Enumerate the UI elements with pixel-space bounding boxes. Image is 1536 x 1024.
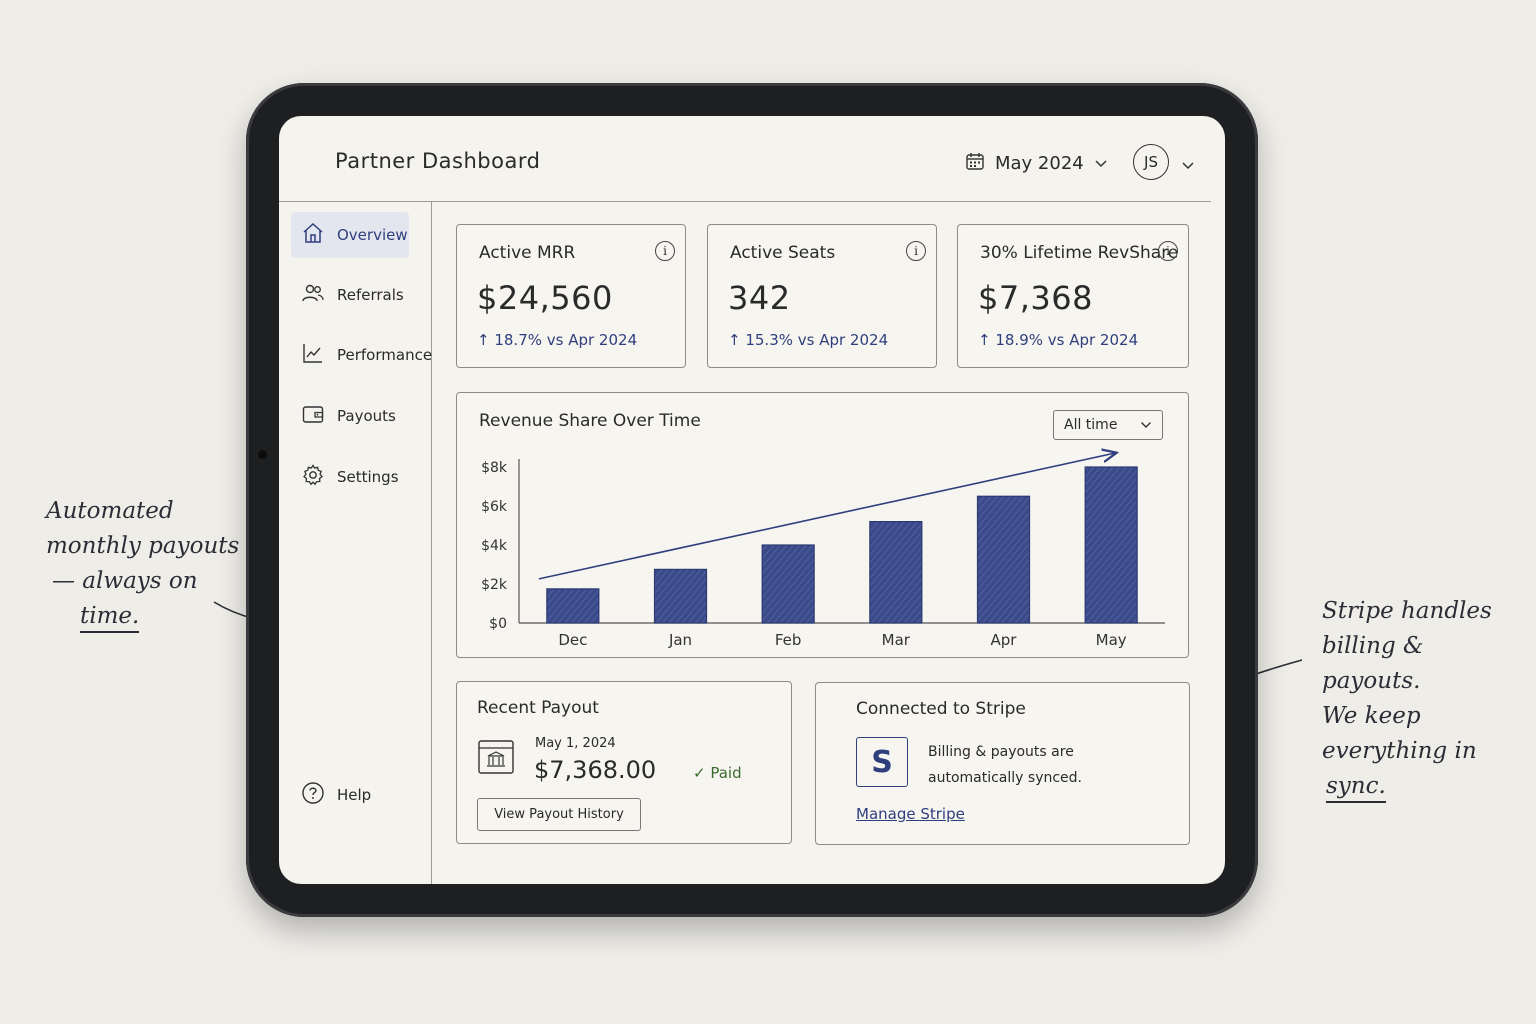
kpi-value: $24,560 — [477, 279, 613, 317]
payout-status-badge: ✓ Paid — [693, 764, 742, 782]
kpi-label: Active MRR — [479, 243, 576, 263]
info-icon[interactable]: i — [1158, 241, 1178, 261]
x-tick-label: Dec — [558, 631, 587, 649]
kpi-card-revshare: 30% Lifetime RevShare i $7,368 ↑ 18.9% v… — [957, 224, 1189, 368]
help-circle-icon — [301, 781, 325, 809]
sidebar-item-settings[interactable]: Settings — [291, 454, 409, 500]
x-tick-label: Mar — [882, 631, 911, 649]
kpi-delta: ↑ 18.7% vs Apr 2024 — [477, 331, 638, 349]
y-tick-label: $6k — [481, 499, 508, 515]
kpi-label: Active Seats — [730, 243, 836, 263]
camera-dot — [258, 450, 267, 459]
bar — [653, 568, 708, 624]
kpi-delta: ↑ 18.9% vs Apr 2024 — [978, 331, 1139, 349]
stripe-card: Connected to Stripe S Billing & payouts … — [815, 682, 1190, 845]
info-icon[interactable]: i — [655, 241, 675, 261]
home-icon — [301, 221, 325, 249]
bar — [1084, 466, 1138, 624]
kpi-card-active-seats: Active Seats i 342 ↑ 15.3% vs Apr 2024 — [707, 224, 937, 368]
sidebar-item-help[interactable]: Help — [291, 772, 409, 818]
date-picker[interactable]: May 2024 — [965, 151, 1108, 176]
x-tick-label: Apr — [991, 631, 1018, 649]
header: Partner Dashboard May 2024 JS — [279, 116, 1225, 202]
sidebar-item-label: Help — [337, 786, 372, 804]
bar — [761, 544, 815, 624]
kpi-value: $7,368 — [978, 279, 1093, 317]
sidebar-item-referrals[interactable]: Referrals — [291, 272, 409, 318]
revenue-share-chart-card: Revenue Share Over Time All time $0 $2k $4… — [456, 392, 1189, 658]
manage-stripe-link[interactable]: Manage Stripe — [856, 805, 965, 823]
recent-payout-card: Recent Payout May 1, 2024 $7,368.00 ✓ Pa… — [456, 681, 792, 844]
x-tick-label: Jan — [668, 631, 692, 649]
y-tick-label: $2k — [481, 577, 508, 593]
kpi-delta: ↑ 15.3% vs Apr 2024 — [728, 331, 889, 349]
sidebar-item-label: Referrals — [337, 286, 404, 304]
dashboard-screen: Partner Dashboard May 2024 JS Overview R… — [279, 116, 1225, 884]
page-title: Partner Dashboard — [335, 149, 541, 173]
view-payout-history-button[interactable]: View Payout History — [477, 798, 641, 831]
info-icon[interactable]: i — [906, 241, 926, 261]
recent-payout-title: Recent Payout — [477, 698, 599, 718]
avatar[interactable]: JS — [1133, 144, 1169, 180]
kpi-card-active-mrr: Active MRR i $24,560 ↑ 18.7% vs Apr 2024 — [456, 224, 686, 368]
x-tick-label: Feb — [775, 631, 802, 649]
y-tick-label: $8k — [481, 460, 508, 476]
sidebar-item-label: Performance — [337, 346, 433, 364]
stripe-description: Billing & payouts are automatically sync… — [928, 744, 1082, 786]
payout-amount: $7,368.00 — [534, 756, 657, 784]
payout-date: May 1, 2024 — [535, 736, 616, 751]
gear-icon — [301, 463, 325, 491]
bar — [546, 588, 600, 624]
bank-icon — [477, 738, 515, 780]
sidebar-item-label: Overview — [337, 226, 408, 244]
line-chart-icon — [301, 341, 325, 369]
bar — [976, 495, 1031, 624]
sidebar-item-performance[interactable]: Performance — [291, 332, 432, 378]
date-label: May 2024 — [995, 153, 1084, 174]
kpi-value: 342 — [728, 279, 791, 317]
users-icon — [301, 281, 325, 309]
y-tick-label: $0 — [489, 616, 507, 632]
stripe-logo-icon: S — [856, 737, 908, 787]
sidebar: Overview Referrals Performance Payouts S… — [279, 202, 432, 884]
tablet-frame: Partner Dashboard May 2024 JS Overview R… — [246, 83, 1258, 917]
sidebar-item-label: Settings — [337, 468, 399, 486]
bar — [869, 521, 923, 624]
bar-chart: $0 $2k $4k $6k $8k Dec Jan Feb Mar Apr May — [481, 393, 1165, 649]
chevron-down-icon — [1094, 153, 1108, 174]
kpi-label: 30% Lifetime RevShare — [980, 243, 1179, 263]
sidebar-item-overview[interactable]: Overview — [291, 212, 409, 258]
stripe-title: Connected to Stripe — [856, 699, 1026, 719]
sidebar-item-payouts[interactable]: Payouts — [291, 393, 409, 439]
wallet-icon — [301, 402, 325, 430]
y-tick-label: $4k — [481, 538, 508, 554]
chevron-down-icon[interactable] — [1181, 156, 1195, 175]
x-tick-label: May — [1096, 631, 1127, 649]
calendar-icon — [965, 151, 985, 176]
sidebar-item-label: Payouts — [337, 407, 396, 425]
